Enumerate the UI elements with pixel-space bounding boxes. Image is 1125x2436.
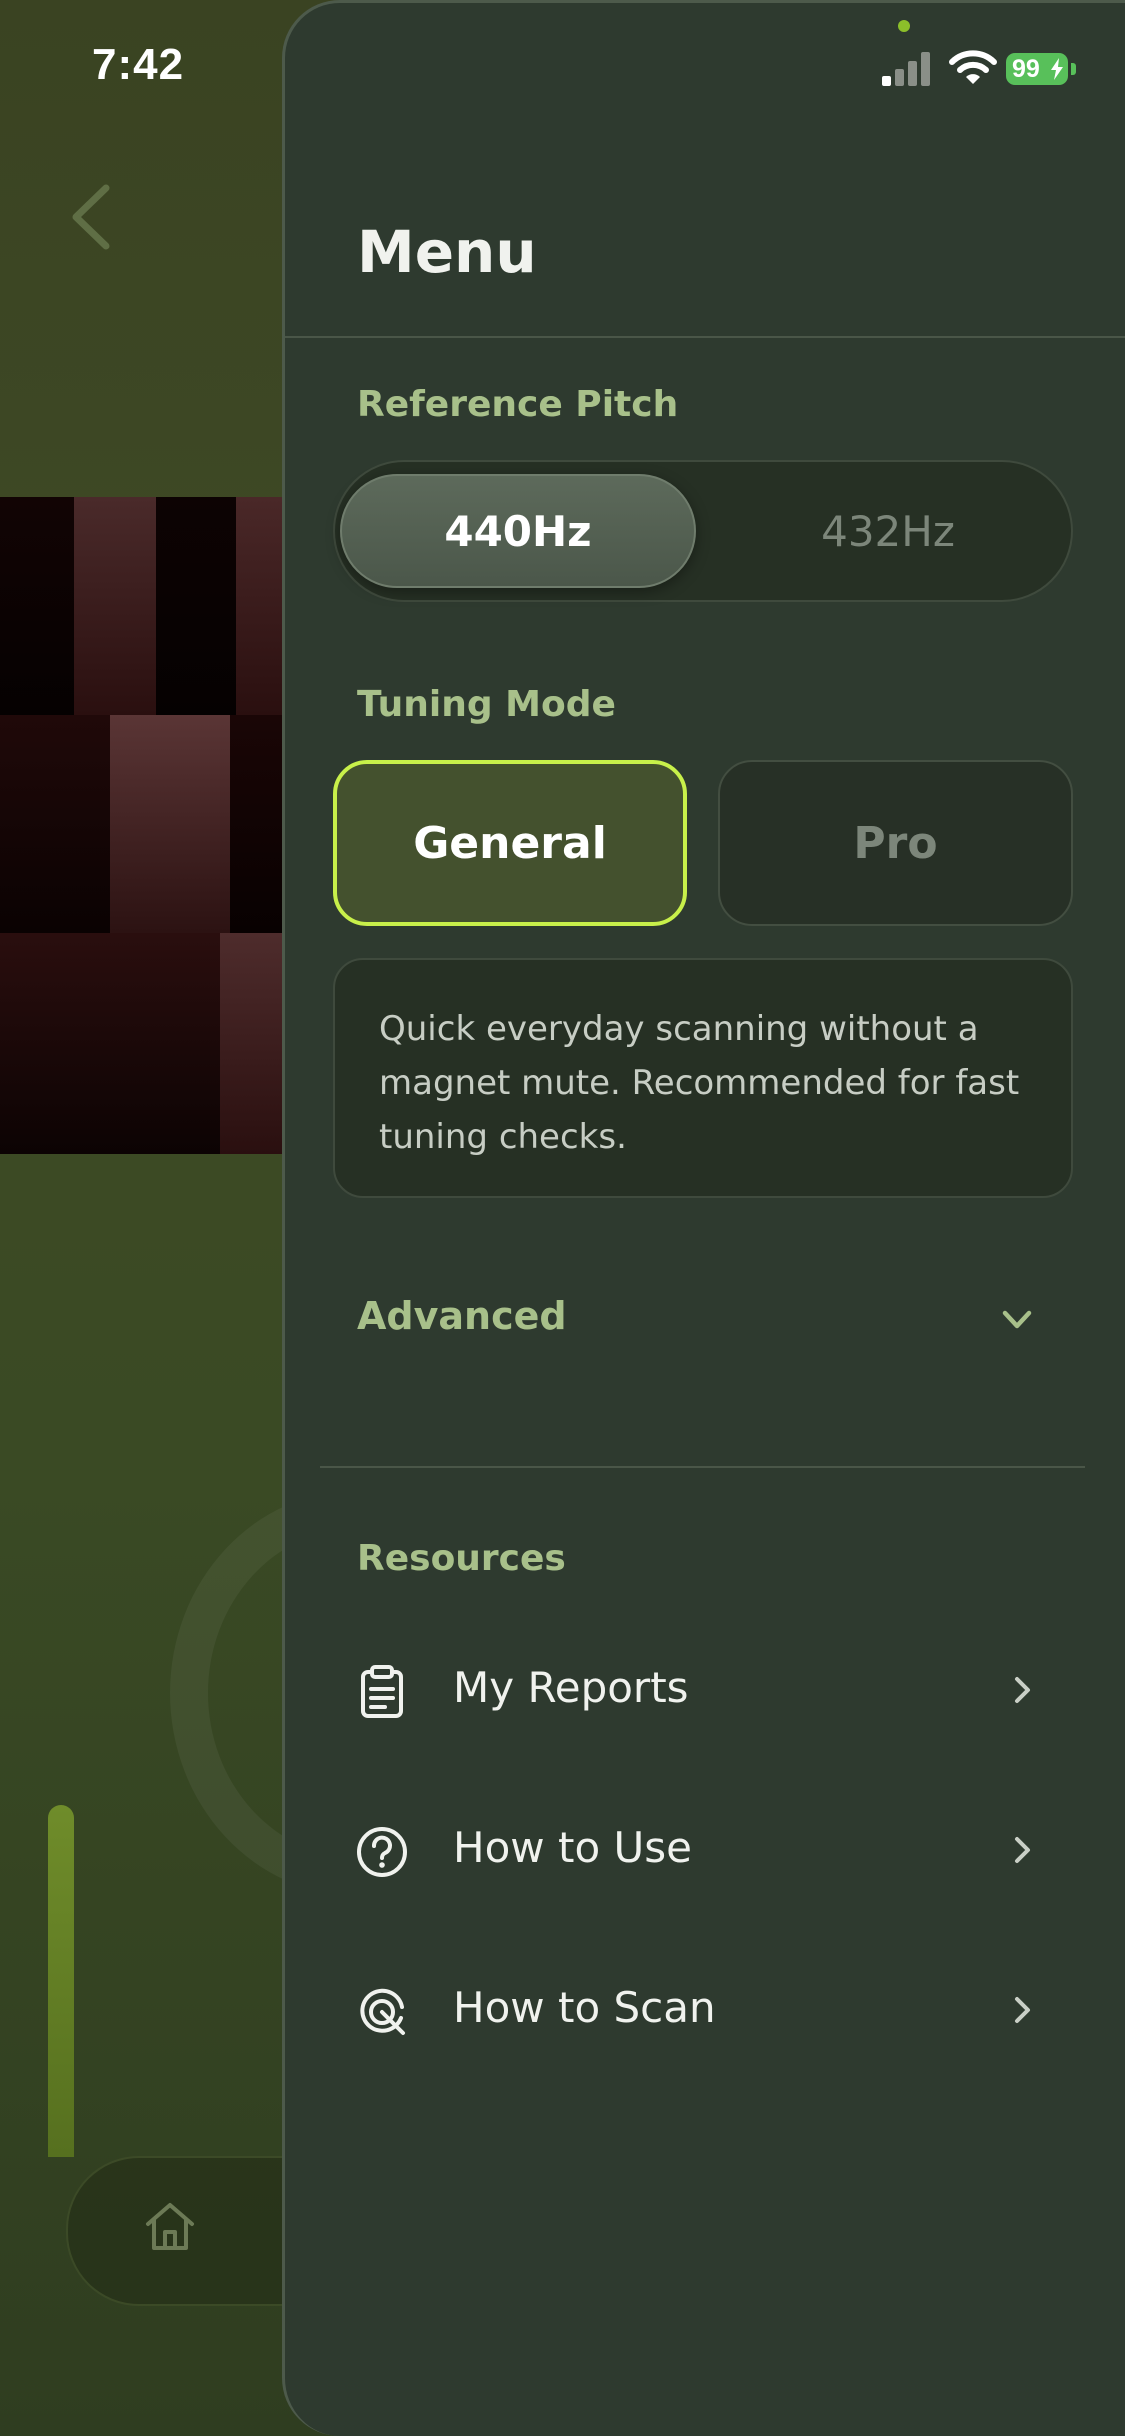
- wifi-icon: [949, 50, 997, 84]
- charging-bolt-icon: [1051, 58, 1063, 80]
- menu-title: Menu: [357, 218, 537, 286]
- chevron-right-icon: [1015, 1997, 1030, 2023]
- mode-general-button[interactable]: General: [333, 760, 687, 926]
- status-time: 7:42: [92, 40, 185, 89]
- pitch-option-432hz[interactable]: 432Hz: [710, 474, 1066, 588]
- chevron-down-icon: [1002, 1310, 1032, 1329]
- pitch-option-440hz[interactable]: 440Hz: [340, 474, 696, 588]
- resource-label: My Reports: [453, 1663, 689, 1712]
- camera-indicator: [898, 20, 910, 32]
- target-icon: [360, 1988, 405, 2035]
- battery-level: 99: [1012, 55, 1040, 83]
- resource-label: How to Scan: [453, 1983, 716, 2032]
- mode-pro-button[interactable]: Pro: [718, 760, 1073, 926]
- resource-item-my-reports[interactable]: My Reports: [333, 1635, 1073, 1745]
- divider: [285, 336, 1125, 338]
- level-meter: [48, 1805, 74, 2157]
- battery-cap: [1071, 63, 1076, 75]
- resource-item-how-to-scan[interactable]: How to Scan: [333, 1955, 1073, 2065]
- tuning-mode-label: Tuning Mode: [357, 684, 616, 725]
- home-icon[interactable]: [140, 2196, 200, 2256]
- resource-item-how-to-use[interactable]: How to Use: [333, 1795, 1073, 1905]
- clipboard-icon: [361, 1665, 403, 1718]
- status-icons: 99: [880, 48, 1080, 88]
- advanced-toggle[interactable]: Advanced: [333, 1280, 1073, 1360]
- chevron-right-icon: [1015, 1837, 1030, 1863]
- chevron-right-icon: [1015, 1677, 1030, 1703]
- menu-drawer: [282, 0, 1125, 2436]
- mode-description: Quick everyday scanning without a magnet…: [333, 958, 1073, 1198]
- reference-pitch-label: Reference Pitch: [357, 384, 679, 425]
- background-visualizer: [0, 497, 290, 1154]
- signal-icon: [882, 52, 930, 86]
- resources-label: Resources: [357, 1538, 566, 1579]
- battery-icon: 99: [1006, 53, 1068, 85]
- resource-label: How to Use: [453, 1823, 692, 1872]
- divider: [320, 1466, 1085, 1468]
- advanced-label: Advanced: [357, 1294, 567, 1338]
- back-chevron-icon[interactable]: [62, 182, 122, 252]
- question-circle-icon: [357, 1827, 407, 1877]
